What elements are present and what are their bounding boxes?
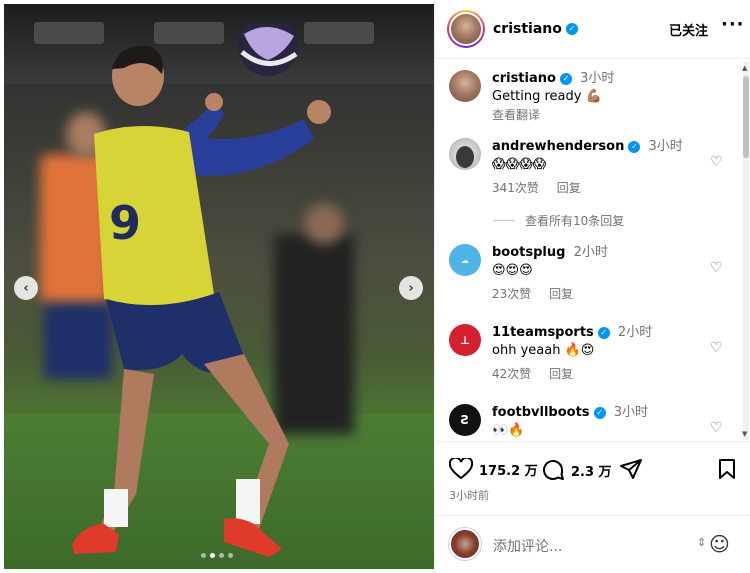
- caption-time: 3小时: [580, 71, 615, 86]
- share-button[interactable]: [619, 458, 649, 480]
- current-user-avatar: [449, 528, 481, 560]
- scrollbar-thumb[interactable]: [743, 76, 749, 158]
- scroll-down-icon[interactable]: ▼: [742, 430, 747, 438]
- post-detail-panel: cristiano ✓ 已关注 ··· cristiano ✓ 3小时 Getti…: [434, 0, 750, 573]
- comment-count: 2.3 万: [571, 464, 612, 480]
- post-timestamp: 3小时前: [449, 489, 489, 502]
- caption-username[interactable]: cristiano: [492, 71, 556, 86]
- caption-author-avatar[interactable]: [449, 70, 481, 102]
- emoji-icon[interactable]: ☺: [709, 532, 730, 556]
- comment-text: 😱😱😱😱: [492, 157, 547, 172]
- commenter-username[interactable]: andrewhenderson: [492, 139, 624, 154]
- comment-button[interactable]: 2.3 万: [541, 458, 612, 482]
- verified-badge-icon: ✓: [559, 72, 572, 85]
- verified-badge-icon: ✓: [565, 23, 578, 35]
- commenter-username[interactable]: 11teamsports: [492, 325, 594, 340]
- commenter-avatar[interactable]: ⊥: [449, 324, 481, 356]
- view-replies-label: 查看所有10条回复: [525, 214, 625, 228]
- carousel-dot: [228, 553, 233, 558]
- commenter-avatar[interactable]: Ƨ: [449, 404, 481, 436]
- comments-scrollbar[interactable]: ▲ ▼: [740, 62, 750, 440]
- heart-icon[interactable]: ♡: [710, 420, 723, 436]
- carousel-dot-active: [210, 553, 215, 558]
- comment-time: 2小时: [573, 245, 608, 260]
- carousel-dot: [201, 553, 206, 558]
- comment-text: 👀🔥: [492, 423, 525, 438]
- see-translation-link[interactable]: 查看翻译: [492, 106, 712, 123]
- comment-like-count[interactable]: 42次赞: [492, 367, 531, 381]
- heart-icon: [449, 458, 473, 480]
- 11teamsports-logo-icon: ⊥: [459, 333, 471, 347]
- svg-text:9: 9: [109, 196, 141, 250]
- verified-badge-icon: ✓: [597, 326, 610, 339]
- carousel-next-button[interactable]: ›: [399, 276, 423, 300]
- comment-text: 😍😍😍: [492, 263, 533, 278]
- commenter-avatar[interactable]: ☁: [449, 244, 481, 276]
- footbvllboots-logo-icon: Ƨ: [460, 413, 470, 427]
- comment-like-count[interactable]: 341次赞: [492, 181, 539, 195]
- reply-divider: [493, 220, 515, 221]
- caption-text: Getting ready 💪🏽: [492, 89, 602, 104]
- author-username[interactable]: cristiano: [493, 21, 562, 37]
- scroll-up-icon[interactable]: ▲: [742, 64, 747, 72]
- view-replies-link[interactable]: 查看所有10条回复: [493, 212, 624, 229]
- carousel-prev-button[interactable]: ‹: [14, 276, 38, 300]
- post-header: cristiano ✓ 已关注 ···: [435, 0, 750, 59]
- carousel-indicator: [201, 553, 233, 558]
- heart-icon[interactable]: ♡: [710, 260, 723, 276]
- post-image[interactable]: 9 ‹ ›: [4, 4, 434, 569]
- resize-handle-icon[interactable]: ⇕: [697, 536, 706, 549]
- send-icon: [620, 459, 642, 479]
- bootsplug-logo-icon: ☁: [461, 255, 469, 265]
- comment-like-count[interactable]: 23次赞: [492, 287, 531, 301]
- heart-icon[interactable]: ♡: [710, 154, 723, 170]
- like-count: 175.2 万: [479, 463, 538, 479]
- comment-time: 3小时: [613, 405, 648, 420]
- author-avatar[interactable]: [447, 10, 485, 48]
- comment-text: ohh yeaah 🔥😍: [492, 343, 595, 358]
- verified-badge-icon: ✓: [593, 406, 606, 419]
- more-options-icon[interactable]: ···: [721, 14, 745, 35]
- comments-list: cristiano ✓ 3小时 Getting ready 💪🏽 查看翻译 and…: [435, 60, 741, 440]
- comment-bubble-icon: [543, 460, 564, 480]
- reply-button[interactable]: 回复: [557, 181, 581, 195]
- commenter-username[interactable]: bootsplug: [492, 245, 565, 260]
- comment-time: 2小时: [617, 325, 653, 340]
- following-button[interactable]: 已关注: [669, 20, 708, 39]
- reply-button[interactable]: 回复: [549, 367, 573, 381]
- commenter-avatar[interactable]: [449, 138, 481, 170]
- verified-badge-icon: ✓: [628, 140, 641, 153]
- bookmark-icon: [719, 459, 735, 479]
- heart-icon[interactable]: ♡: [710, 340, 723, 356]
- post-actions-bar: 175.2 万 2.3 万 3小时前: [435, 441, 750, 505]
- like-button[interactable]: 175.2 万: [449, 458, 538, 480]
- add-comment-input[interactable]: 添加评论...: [493, 536, 562, 556]
- main-player: 9: [72, 24, 331, 557]
- commenter-username[interactable]: footbvllboots: [492, 405, 590, 420]
- save-button[interactable]: [717, 458, 743, 480]
- add-comment-bar: 添加评论... ⇕ ☺: [435, 515, 750, 573]
- chevron-right-icon: ›: [408, 280, 414, 296]
- reply-button[interactable]: 回复: [549, 287, 573, 301]
- carousel-dot: [219, 553, 224, 558]
- comment-time: 3小时: [648, 139, 683, 154]
- chevron-left-icon: ‹: [23, 280, 29, 296]
